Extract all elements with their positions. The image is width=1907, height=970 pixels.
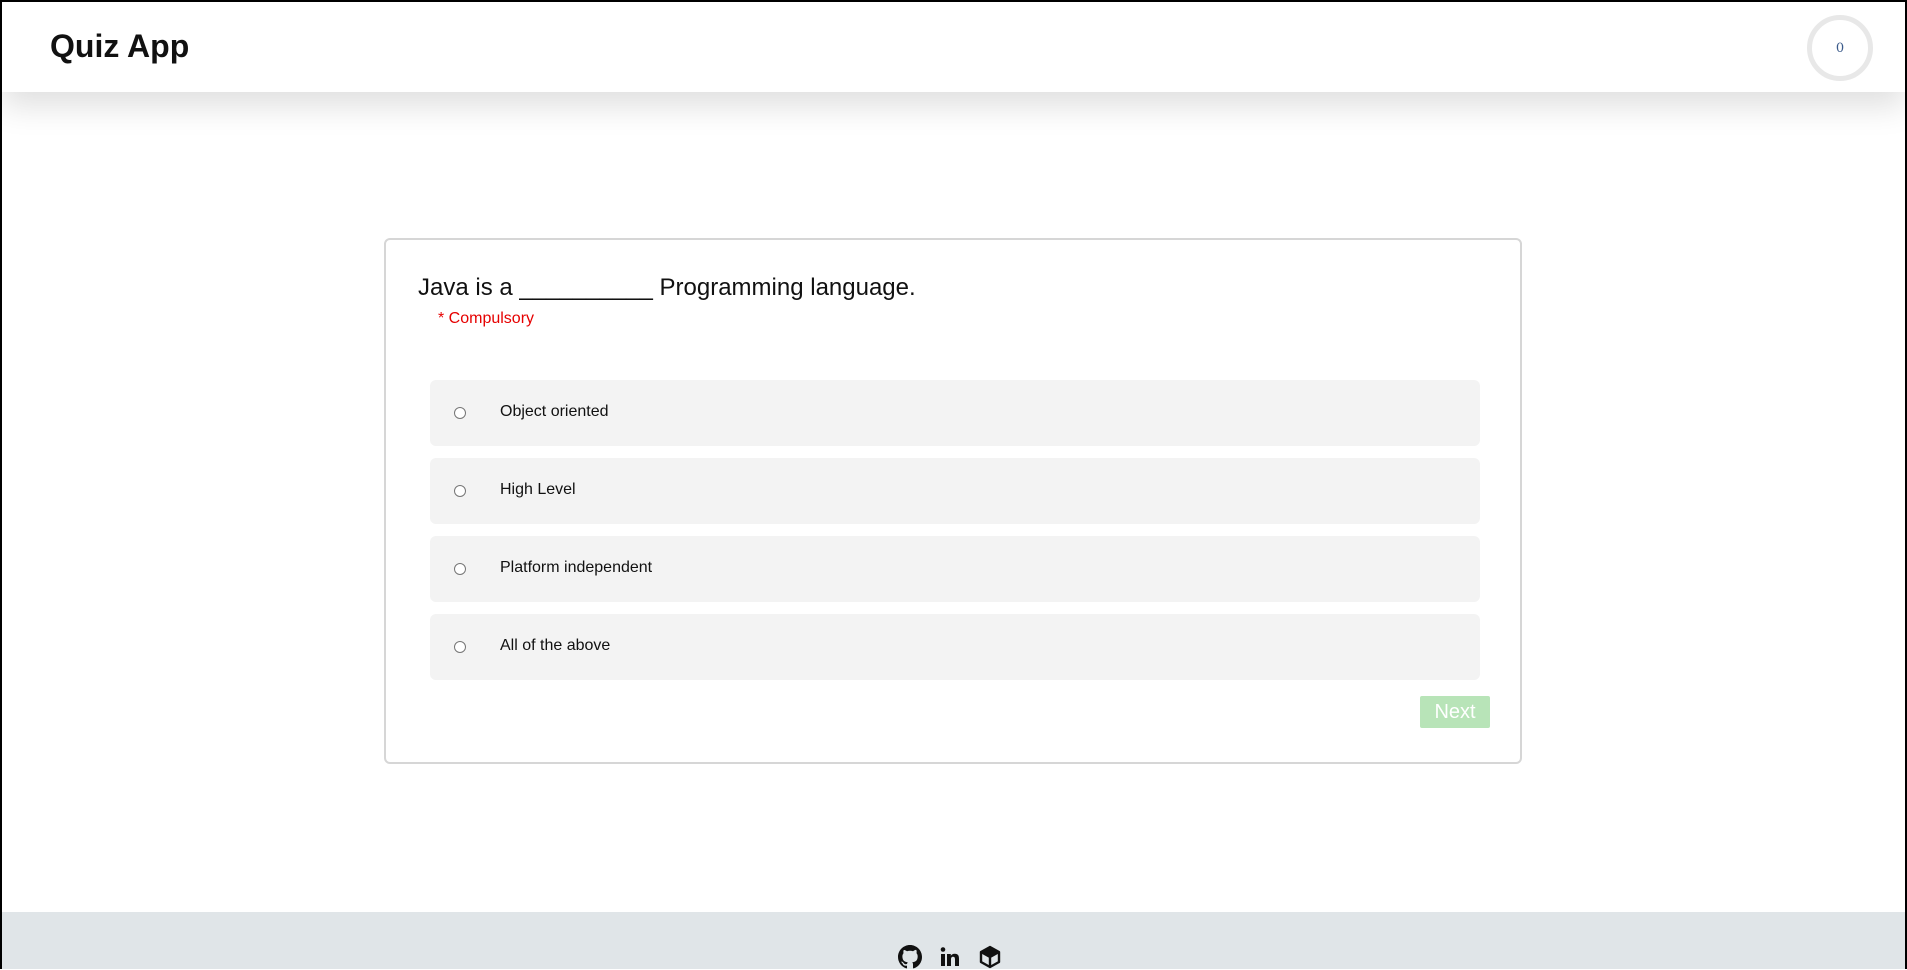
- answer-options: Object oriented High Level Platform inde…: [430, 380, 1480, 692]
- answer-option-label: High Level: [500, 481, 576, 498]
- timer-display: 0: [1807, 15, 1873, 81]
- answer-option[interactable]: High Level: [430, 458, 1480, 524]
- footer-social-links: [897, 944, 1003, 970]
- answer-option[interactable]: Object oriented: [430, 380, 1480, 446]
- radio-button[interactable]: [454, 485, 466, 497]
- answer-option-label: Object oriented: [500, 403, 609, 420]
- app-header: Quiz App 0: [2, 2, 1905, 92]
- question-text: Java is a __________ Programming languag…: [418, 274, 916, 301]
- answer-option-label: Platform independent: [500, 559, 653, 576]
- github-icon[interactable]: [897, 944, 923, 970]
- app-title: Quiz App: [50, 28, 190, 64]
- radio-button[interactable]: [454, 641, 466, 653]
- radio-button[interactable]: [454, 563, 466, 575]
- codesandbox-icon[interactable]: [977, 944, 1003, 970]
- answer-option[interactable]: Platform independent: [430, 536, 1480, 602]
- required-note: * Compulsory: [438, 310, 535, 327]
- answer-option-label: All of the above: [500, 637, 611, 654]
- answer-option[interactable]: All of the above: [430, 614, 1480, 680]
- linkedin-icon[interactable]: [937, 944, 963, 970]
- footer: [2, 912, 1905, 969]
- question-card: Java is a __________ Programming languag…: [384, 238, 1522, 764]
- radio-button[interactable]: [454, 407, 466, 419]
- next-button[interactable]: Next: [1420, 696, 1490, 728]
